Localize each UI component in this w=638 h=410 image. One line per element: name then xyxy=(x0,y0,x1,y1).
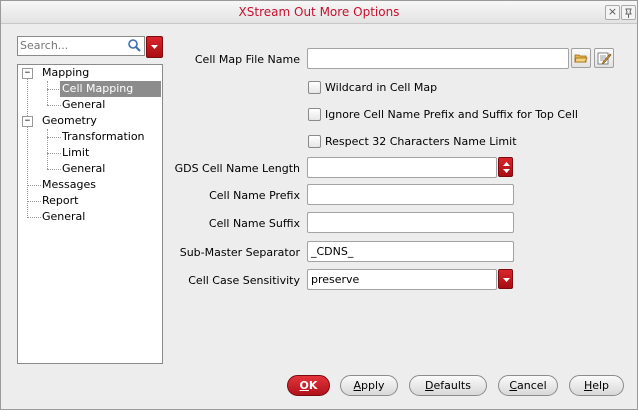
tree-item-report[interactable]: Report xyxy=(40,193,80,209)
tree-item-cell-mapping[interactable]: Cell Mapping xyxy=(60,81,161,97)
edit-button[interactable] xyxy=(594,48,614,68)
tree-item-limit[interactable]: Limit xyxy=(60,145,91,161)
tree-item-transformation[interactable]: Transformation xyxy=(60,129,147,145)
edit-file-icon xyxy=(597,52,612,65)
tree-item-mapping[interactable]: Mapping xyxy=(40,65,91,81)
ignore-prefix-checkbox[interactable] xyxy=(308,108,321,121)
ignore-prefix-label: Ignore Cell Name Prefix and Suffix for T… xyxy=(325,108,578,121)
ok-button[interactable]: OK xyxy=(287,375,330,396)
collapse-geometry-icon[interactable]: − xyxy=(22,116,33,127)
prefix-label: Cell Name Prefix xyxy=(209,189,300,202)
gds-length-label: GDS Cell Name Length xyxy=(174,162,300,175)
help-button[interactable]: Help xyxy=(569,375,624,396)
search-box[interactable] xyxy=(17,36,145,56)
tree-item-general[interactable]: General xyxy=(40,209,87,225)
separator-label: Sub-Master Separator xyxy=(179,246,300,259)
defaults-button[interactable]: Defaults xyxy=(409,375,487,396)
options-tree[interactable]: − Mapping Cell Mapping General − Geometr… xyxy=(17,64,163,364)
prefix-field[interactable] xyxy=(307,184,514,205)
respect-32-label: Respect 32 Characters Name Limit xyxy=(325,135,517,148)
tree-item-geometry[interactable]: Geometry xyxy=(40,113,99,129)
chevron-down-icon xyxy=(151,45,158,49)
case-sensitivity-select[interactable]: preserve xyxy=(307,269,497,290)
cancel-button[interactable]: Cancel xyxy=(498,375,558,396)
apply-button[interactable]: Apply xyxy=(340,375,398,396)
suffix-label: Cell Name Suffix xyxy=(208,217,300,230)
wildcard-label: Wildcard in Cell Map xyxy=(325,81,438,94)
separator-field[interactable]: _CDNS_ xyxy=(307,241,514,262)
wildcard-checkbox[interactable] xyxy=(308,81,321,94)
search-options-button[interactable] xyxy=(146,36,163,58)
cell-map-file-label: Cell Map File Name xyxy=(194,53,300,66)
case-sensitivity-dropdown[interactable] xyxy=(498,269,513,289)
suffix-field[interactable] xyxy=(307,212,514,233)
search-input[interactable] xyxy=(20,38,124,52)
gds-length-spinner[interactable] xyxy=(498,157,513,177)
window-title: XStream Out More Options xyxy=(238,5,400,19)
tree-item-geometry-general[interactable]: General xyxy=(60,161,107,177)
cell-map-file-field[interactable] xyxy=(307,48,569,69)
tree-item-mapping-general[interactable]: General xyxy=(60,97,107,113)
tree-item-messages[interactable]: Messages xyxy=(40,177,98,193)
title-bar[interactable]: XStream Out More Options × xyxy=(1,1,637,24)
pin-icon[interactable] xyxy=(621,5,636,20)
browse-button[interactable] xyxy=(571,48,591,68)
collapse-mapping-icon[interactable]: − xyxy=(22,68,33,79)
spinner-arrows-icon xyxy=(503,162,510,173)
close-icon[interactable]: × xyxy=(605,5,620,20)
dialog-window: XStream Out More Options × − Mapping Cel… xyxy=(0,0,638,410)
gds-length-field[interactable] xyxy=(307,157,497,178)
respect-32-checkbox[interactable] xyxy=(308,135,321,148)
chevron-down-icon xyxy=(503,278,510,282)
folder-open-icon xyxy=(574,54,588,63)
case-sensitivity-label: Cell Case Sensitivity xyxy=(188,274,300,287)
search-icon[interactable] xyxy=(127,38,141,53)
